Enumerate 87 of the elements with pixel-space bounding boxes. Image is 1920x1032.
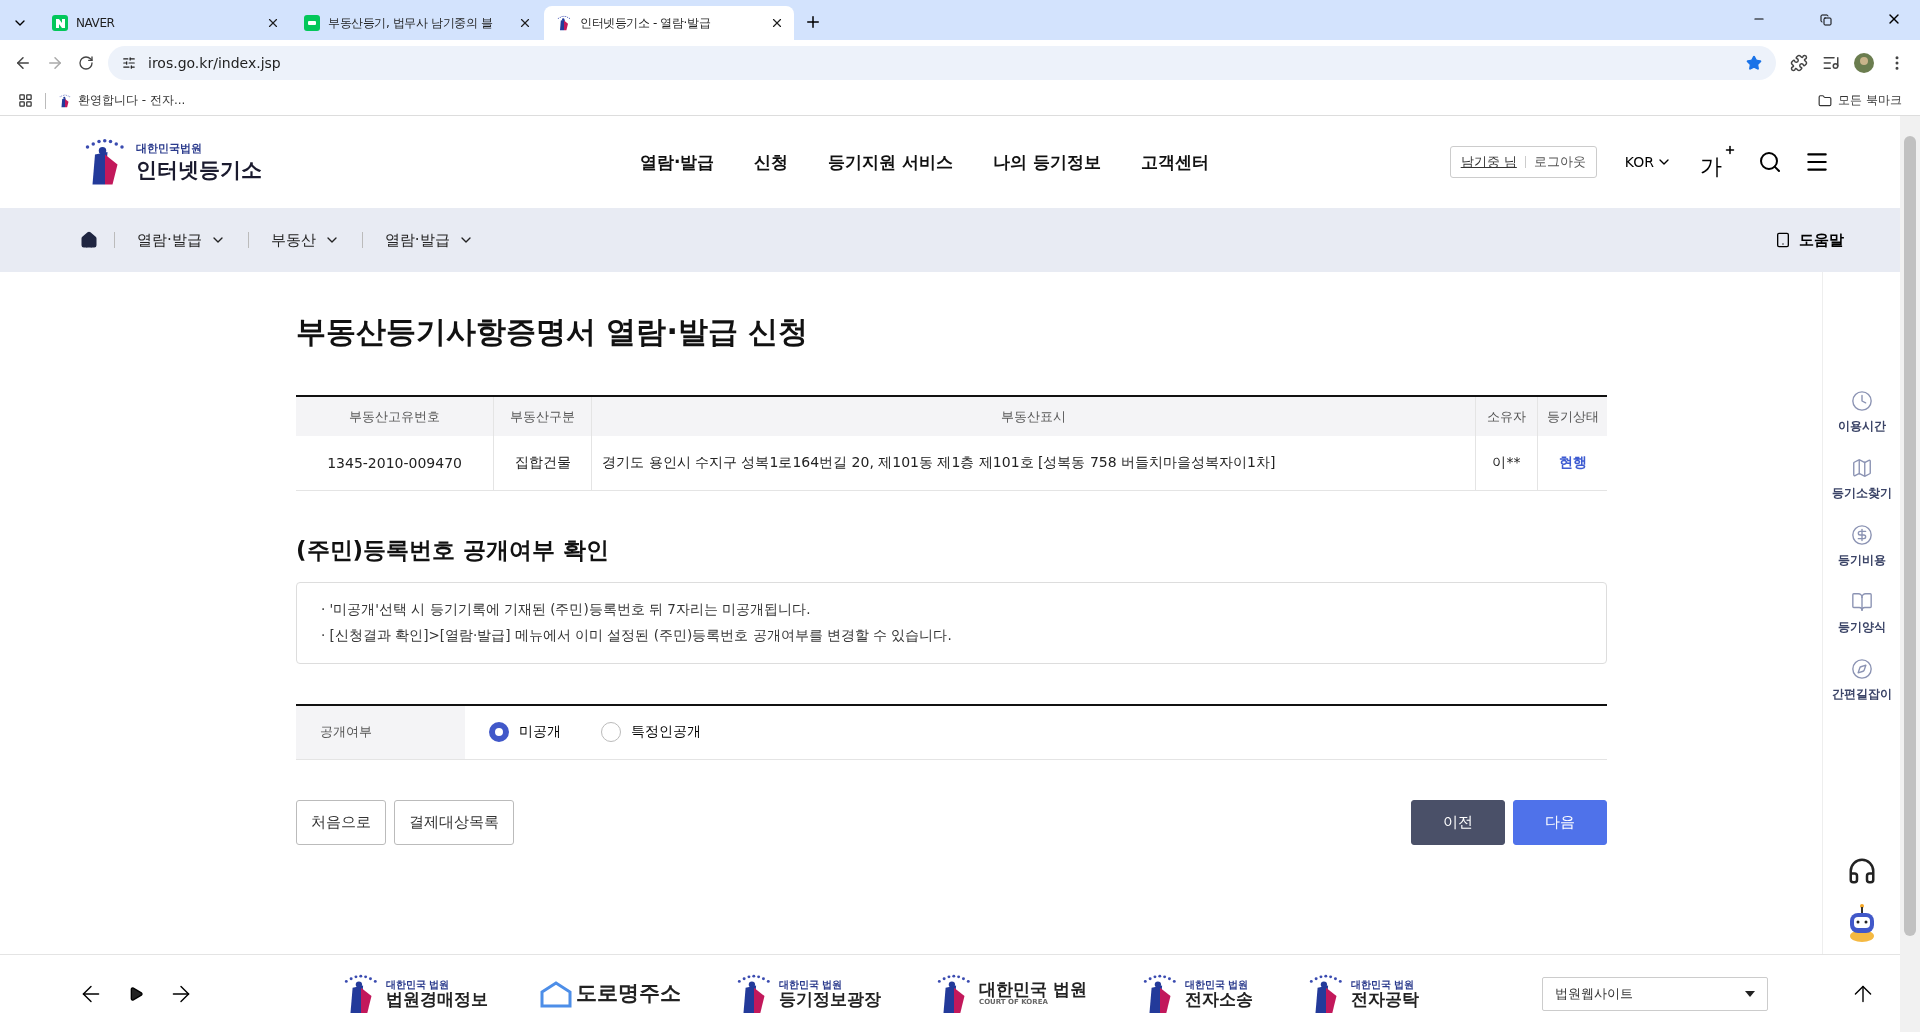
website-select[interactable]: 법원웹사이트 bbox=[1542, 976, 1768, 1011]
book-icon bbox=[1850, 591, 1873, 613]
radio-button[interactable] bbox=[601, 722, 621, 742]
house-icon bbox=[540, 979, 572, 1008]
site-logo[interactable]: 대한민국법원 인터넷등기소 bbox=[80, 137, 640, 187]
naver-favicon-icon bbox=[52, 15, 68, 31]
status-link[interactable]: 현행 bbox=[1537, 436, 1607, 490]
radio-option[interactable]: 특정인공개 bbox=[601, 722, 701, 742]
help-button[interactable]: 도움말 bbox=[1769, 229, 1850, 251]
address-bar[interactable]: iros.go.kr/index.jsp bbox=[108, 46, 1776, 80]
nav-link[interactable]: 등기지원 서비스 bbox=[828, 150, 954, 174]
language-button[interactable]: KOR bbox=[1618, 153, 1678, 171]
next-button[interactable]: 다음 bbox=[1513, 799, 1607, 845]
nav-link[interactable]: 고객센터 bbox=[1141, 150, 1210, 174]
table-cell: 경기도 용인시 수지구 성복1로164번길 20, 제101동 제1층 제101호 [성복동 758 버들치마을성복자이1차] bbox=[591, 436, 1476, 490]
back-icon[interactable] bbox=[14, 54, 32, 72]
browser-tab[interactable]: 인터넷등기소 - 열람·발급 bbox=[544, 6, 794, 40]
nav-link[interactable]: 열람·발급 bbox=[640, 150, 715, 174]
media-icon[interactable] bbox=[1822, 54, 1840, 72]
outline-button[interactable]: 처음으로 bbox=[296, 799, 386, 845]
radio-option[interactable]: 미공개 bbox=[489, 722, 561, 742]
map-icon bbox=[1850, 457, 1873, 479]
close-icon[interactable] bbox=[266, 16, 280, 30]
home-icon[interactable] bbox=[80, 231, 98, 249]
bookmark-star-icon[interactable] bbox=[1746, 55, 1762, 71]
url-text: iros.go.kr/index.jsp bbox=[148, 55, 281, 71]
extensions-icon[interactable] bbox=[1790, 54, 1808, 72]
site-link[interactable]: 대한민국 법원 등기정보광장 bbox=[733, 972, 881, 1015]
radio-button[interactable] bbox=[489, 722, 509, 742]
close-icon[interactable] bbox=[770, 16, 784, 30]
logout-link[interactable]: 로그아웃 bbox=[1533, 153, 1586, 171]
quick-menu-item[interactable]: 등기소찾기 bbox=[1831, 457, 1892, 502]
site-link[interactable]: 도로명주소 bbox=[540, 979, 681, 1008]
breadcrumb-dropdown[interactable]: 열람·발급 bbox=[378, 229, 480, 251]
user-link[interactable]: 남기중 님 bbox=[1460, 153, 1517, 171]
column-header: 소유자 bbox=[1475, 396, 1538, 436]
notice-text: · '미공개'선택 시 등기기록에 기재된 (주민)등록번호 뒤 7자리는 미공개됩니다. bbox=[321, 600, 812, 619]
column-header: 부동산표시 bbox=[591, 396, 1476, 436]
new-tab-icon[interactable] bbox=[804, 13, 822, 31]
play-icon[interactable] bbox=[128, 985, 144, 1002]
blog-favicon-icon bbox=[304, 15, 320, 31]
browser-tab[interactable]: NAVER bbox=[40, 6, 290, 40]
column-header: 등기상태 bbox=[1537, 396, 1607, 436]
clock-icon bbox=[1850, 390, 1873, 412]
font-size-button[interactable]: 가 bbox=[1700, 143, 1736, 181]
tab-title: NAVER bbox=[76, 16, 116, 30]
bookmark-item[interactable]: 환영합니다 - 전자... bbox=[58, 92, 186, 109]
previous-button[interactable]: 이전 bbox=[1411, 799, 1505, 845]
quick-menu-item[interactable]: 간편길잡이 bbox=[1831, 658, 1892, 703]
breadcrumb-dropdown[interactable]: 열람·발급 bbox=[131, 229, 232, 251]
browser-tab[interactable]: 부동산등기, 법무사 남기중의 블 bbox=[292, 6, 542, 40]
page-title: 부동산등기사항증명서 열람·발급 신청 bbox=[296, 313, 810, 351]
column-header: 부동산구분 bbox=[493, 396, 592, 436]
court-logo-icon bbox=[556, 15, 572, 31]
quick-menu-item[interactable]: 등기비용 bbox=[1837, 524, 1886, 569]
close-icon[interactable] bbox=[518, 16, 532, 30]
search-icon[interactable] bbox=[1758, 150, 1782, 174]
all-bookmarks[interactable]: 모든 북마크 bbox=[1818, 92, 1902, 109]
column-header: 부동산고유번호 bbox=[296, 396, 494, 436]
section-title: (주민)등록번호 공개여부 확인 bbox=[296, 535, 611, 565]
field-label: 공개여부 bbox=[296, 705, 465, 759]
table-cell: 집합건물 bbox=[493, 436, 592, 490]
scrollbar-thumb[interactable] bbox=[1904, 136, 1916, 936]
tab-title: 인터넷등기소 - 열람·발급 bbox=[580, 14, 712, 32]
apps-icon[interactable] bbox=[18, 93, 33, 108]
site-link[interactable]: 대한민국 법원 전자소송 bbox=[1138, 972, 1253, 1015]
plus-icon bbox=[1724, 143, 1736, 156]
tab-title: 부동산등기, 법무사 남기중의 블 bbox=[328, 14, 494, 32]
nav-link[interactable]: 신청 bbox=[754, 150, 789, 174]
site-link[interactable]: 대한민국 법원 전자공탁 bbox=[1304, 972, 1419, 1015]
quick-menu-item[interactable]: 이용시간 bbox=[1837, 390, 1886, 435]
table-cell: 1345-2010-009470 bbox=[296, 436, 494, 490]
outline-button[interactable]: 결제대상목록 bbox=[394, 799, 514, 845]
quick-menu-item[interactable]: 등기양식 bbox=[1837, 591, 1886, 636]
site-info-icon[interactable] bbox=[122, 56, 136, 70]
compass-icon bbox=[1850, 658, 1873, 680]
nav-link[interactable]: 나의 등기정보 bbox=[993, 150, 1102, 174]
reload-icon[interactable] bbox=[78, 55, 94, 71]
breadcrumb-dropdown[interactable]: 부동산 bbox=[264, 229, 346, 251]
site-link[interactable]: 대한민국 법원 법원경매정보 bbox=[340, 972, 488, 1015]
coin-icon bbox=[1850, 524, 1873, 546]
profile-avatar[interactable] bbox=[1854, 53, 1874, 73]
restore-icon[interactable] bbox=[1820, 14, 1832, 26]
court-logo-icon bbox=[58, 93, 72, 108]
table-cell: 이** bbox=[1475, 436, 1538, 490]
notice-text: · [신청결과 확인]>[열람·발급] 메뉴에서 이미 설정된 (주민)등록번호 공개여부를 변경할 수 있습니다. bbox=[321, 626, 953, 645]
folder-icon bbox=[1818, 93, 1833, 108]
